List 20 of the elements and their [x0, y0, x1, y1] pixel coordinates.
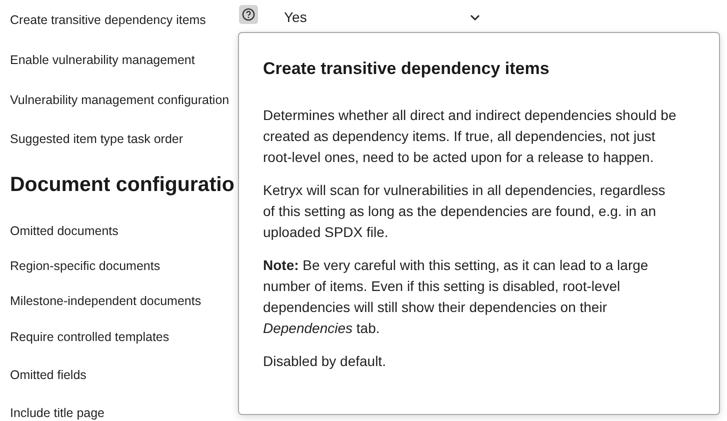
setting-label: Omitted fields [10, 368, 86, 382]
setting-label: Enable vulnerability management [10, 53, 195, 67]
help-button[interactable] [239, 5, 258, 24]
setting-label: Region-specific documents [10, 258, 160, 272]
setting-label: Milestone-independent documents [10, 294, 202, 308]
help-icon [242, 8, 255, 21]
popover-paragraph: Ketryx will scan for vulnerabilities in all dependencies, regardless of this setting as long as the dependencies are found, e.g. in an uploaded SPDX file. [263, 181, 666, 242]
setting-label: Vulnerability management configuration [10, 93, 230, 107]
popover-paragraph: Disabled by default. [263, 352, 387, 371]
popover-paragraph: Note: Be very careful with this setting, as it can lead to a large number of items. Even if this setting is disabled, root-level dependencies will still show their dependencies on their Dependencies tab. [263, 256, 650, 338]
section-heading: Document configuratio [10, 172, 234, 198]
setting-label: Omitted documents [10, 224, 118, 238]
setting-label: Create transitive dependency items [10, 13, 206, 27]
setting-label: Include title page [10, 406, 105, 420]
popover-title: Create transitive dependency items [263, 59, 550, 79]
setting-label: Suggested item type task order [10, 132, 184, 146]
setting-label: Require controlled templates [10, 330, 170, 344]
select-field[interactable]: Yes [284, 9, 480, 25]
chevron-icon [470, 14, 480, 20]
popover-paragraph: Determines whether all direct and indirect dependencies should be created as dependency items. If true, all dependencies, not just root-level ones, need to be acted upon for a release to happen. [263, 106, 678, 167]
